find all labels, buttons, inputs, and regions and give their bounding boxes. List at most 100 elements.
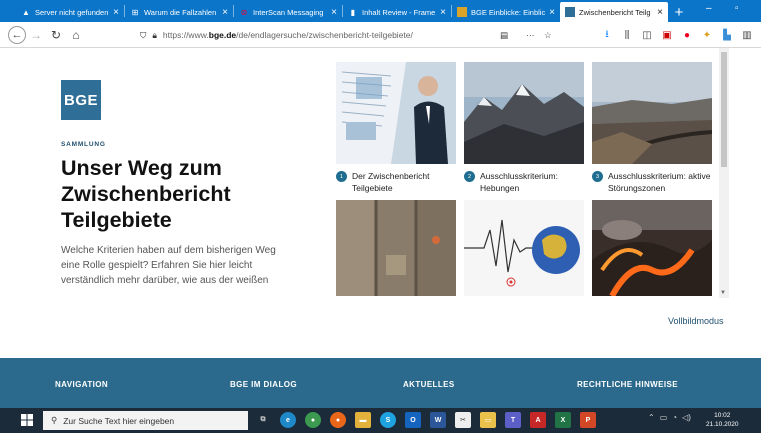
card-title: Ausschlusskriterium: Hebungen: [480, 171, 558, 193]
volume-icon[interactable]: ◁): [682, 413, 691, 422]
footer-aktuelles[interactable]: AKTUELLES: [403, 380, 455, 389]
page-title: Unser Weg zum Zwischenbericht Teilgebiet…: [61, 156, 231, 232]
extension-icon[interactable]: ✦: [699, 27, 715, 43]
tray-expand-icon[interactable]: ⌃: [648, 413, 655, 422]
wifi-icon[interactable]: ◔: [672, 413, 677, 422]
url-prefix: https://www.: [162, 30, 209, 40]
card-number-badge: 1: [336, 171, 347, 182]
task-view-icon[interactable]: ⧉: [255, 412, 271, 428]
acrobat-icon[interactable]: A: [530, 412, 546, 428]
card-image-rift: [592, 62, 712, 164]
bge-icon: [565, 7, 575, 17]
excel-icon[interactable]: X: [555, 412, 571, 428]
page-actions-menu[interactable]: ···: [526, 30, 535, 40]
folder-icon[interactable]: ▭: [480, 412, 496, 428]
taskbar-search-input[interactable]: ⚲ Zur Suche Text hier eingeben: [43, 411, 248, 430]
tab-interscan[interactable]: ⊘ InterScan Messaging ×: [234, 2, 342, 22]
bge-logo[interactable]: BGE: [61, 80, 101, 120]
reader-view-icon[interactable]: ▤: [500, 30, 508, 41]
card-number-badge: 3: [592, 171, 603, 182]
teams-icon[interactable]: T: [505, 412, 521, 428]
story-card-zwischenbericht[interactable]: 1 Der Zwischenbericht Teilgebiete: [336, 62, 456, 194]
card-image-rock-wall: [336, 200, 456, 296]
site-footer: NAVIGATION BGE IM DIALOG AKTUELLES RECHT…: [0, 358, 761, 408]
outlook-icon[interactable]: O: [405, 412, 421, 428]
fullscreen-link[interactable]: Vollbildmodus: [668, 316, 724, 326]
forward-button[interactable]: →: [26, 25, 46, 45]
lock-icon: 🔒︎: [152, 29, 157, 40]
system-tray: ⌃ ▭ ◔ ◁): [648, 413, 691, 422]
tab-strip: ▲ Server nicht gefunden × ⊞ Warum die Fa…: [0, 0, 761, 22]
tab-zwischenbericht[interactable]: Zwischenbericht Teilg ×: [560, 2, 668, 22]
tab-bge-einblicke[interactable]: BGE Einblicke: Einblic ×: [452, 2, 560, 22]
close-tab-icon[interactable]: ×: [222, 7, 228, 18]
bookmark-star-icon[interactable]: ☆: [544, 30, 552, 41]
toolbar-icons: ⭳ ⫼ ◫ ▣ ● ✦ ▙ ▥: [599, 26, 761, 44]
home-button[interactable]: ⌂: [66, 25, 86, 45]
close-tab-icon[interactable]: ×: [549, 7, 555, 18]
footer-rechtliche-hinweise[interactable]: RECHTLICHE HINWEISE: [577, 380, 678, 389]
download-icon[interactable]: ⭳: [599, 27, 615, 43]
card-image-lava: [592, 200, 712, 296]
word-icon[interactable]: W: [430, 412, 446, 428]
scroll-down-icon[interactable]: ▼: [720, 290, 726, 296]
doc-icon: ▮: [350, 7, 356, 17]
minimize-button[interactable]: –: [706, 3, 712, 14]
url-domain: bge.de: [208, 30, 237, 40]
close-tab-icon[interactable]: ×: [331, 7, 337, 18]
story-card-stoerungszonen[interactable]: 3 Ausschlusskriterium: aktive Störungszo…: [592, 62, 712, 194]
card-number-badge: 2: [464, 171, 475, 182]
firefox-icon[interactable]: ●: [330, 412, 346, 428]
edge-icon[interactable]: e: [280, 412, 296, 428]
intro-text: Welche Kriterien haben auf dem bisherige…: [61, 245, 276, 286]
footer-navigation[interactable]: NAVIGATION: [55, 380, 108, 389]
close-tab-icon[interactable]: ×: [657, 7, 663, 18]
windows-start-icon[interactable]: [21, 414, 33, 426]
collection-kicker: SAMMLUNG: [61, 141, 106, 148]
card-title: Der Zwischenbericht Teilgebiete: [352, 171, 430, 193]
card-image-report: [336, 62, 456, 164]
bge-icon: [457, 7, 467, 17]
content-scrollbar[interactable]: ▼: [719, 48, 729, 298]
trend-icon: ⊘: [240, 7, 248, 17]
reload-button[interactable]: ↻: [46, 25, 66, 45]
file-explorer-icon[interactable]: ▬: [355, 412, 371, 428]
menu-icon[interactable]: ▥: [739, 27, 755, 43]
tab-inhalt-review[interactable]: ▮ Inhalt Review - Frame ×: [343, 2, 451, 22]
warning-icon: ▲: [22, 7, 30, 17]
taskbar-apps: ⧉ e ● ● ▬ S O W ✂ ▭ T A X P: [255, 412, 596, 428]
story-card-erdbeben[interactable]: [464, 200, 584, 296]
new-tab-button[interactable]: +: [668, 2, 690, 22]
maximize-button[interactable]: ▫: [735, 3, 739, 14]
navigation-toolbar: ← → ↻ ⌂ ⛉ 🔒︎ https://www. bge.de/de/endla…: [0, 22, 761, 48]
search-icon: ⚲: [51, 415, 58, 425]
tab-server-not-found[interactable]: ▲ Server nicht gefunden ×: [16, 2, 124, 22]
windows-taskbar: ⚲ Zur Suche Text hier eingeben ⧉ e ● ● ▬…: [0, 408, 761, 433]
sidebar-icon[interactable]: ◫: [639, 27, 655, 43]
close-tab-icon[interactable]: ×: [113, 7, 119, 18]
card-title: Ausschlusskriterium: aktive Störungszone…: [608, 171, 711, 193]
pdf-addon-icon[interactable]: ▣: [659, 27, 675, 43]
address-bar[interactable]: ⛉ 🔒︎ https://www. bge.de/de/endlagersuche…: [140, 25, 558, 45]
close-tab-icon[interactable]: ×: [440, 7, 446, 18]
translate-icon[interactable]: ▙: [719, 27, 735, 43]
scrollbar-thumb[interactable]: [721, 52, 727, 167]
story-card-hebungen[interactable]: 2 Ausschlusskriterium: Hebungen: [464, 62, 584, 194]
taskbar-clock[interactable]: 10:02 21.10.2020: [706, 411, 739, 429]
powerpoint-icon[interactable]: P: [580, 412, 596, 428]
chrome-icon[interactable]: ●: [305, 412, 321, 428]
skype-icon[interactable]: S: [380, 412, 396, 428]
url-path: /de/endlagersuche/zwischenbericht-teilge…: [236, 30, 413, 40]
network-icon[interactable]: ▭: [660, 413, 668, 422]
story-card-gestein[interactable]: [336, 200, 456, 296]
library-icon[interactable]: ⫼: [619, 27, 635, 43]
shield-icon: ⛉: [140, 29, 147, 40]
story-card-vulkanismus[interactable]: [592, 200, 712, 296]
snipping-tool-icon[interactable]: ✂: [455, 412, 471, 428]
addon-badge-icon[interactable]: ●: [679, 27, 695, 43]
back-button[interactable]: ←: [8, 25, 26, 44]
site-icon: ⊞: [131, 7, 139, 17]
card-image-mountains: [464, 62, 584, 164]
tab-fallzahlen[interactable]: ⊞ Warum die Fallzahlen ×: [125, 2, 233, 22]
footer-bge-im-dialog[interactable]: BGE IM DIALOG: [230, 380, 297, 389]
